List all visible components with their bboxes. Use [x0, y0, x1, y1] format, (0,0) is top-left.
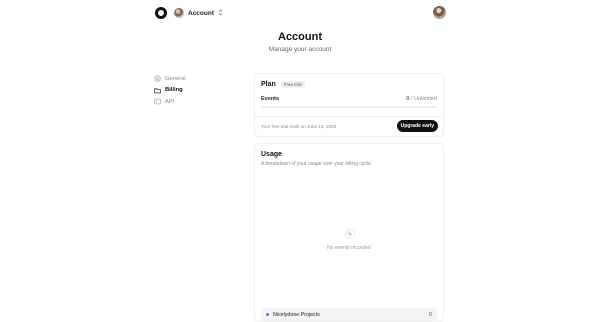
page-subtitle: Manage your account: [268, 46, 332, 53]
chevron-up-down-icon: [218, 9, 223, 18]
settings-sidebar: General Billing API: [154, 73, 244, 108]
sidebar-item-billing[interactable]: Billing: [154, 85, 244, 96]
project-event-count: 0: [429, 311, 432, 318]
sidebar-item-label: General: [165, 75, 186, 82]
empty-state-text: No events recorded: [327, 245, 371, 251]
card-divider: [255, 116, 443, 117]
project-color-dot: [266, 313, 269, 316]
page-title: Account: [278, 31, 322, 43]
user-avatar[interactable]: [433, 6, 446, 19]
sidebar-item-api[interactable]: API: [154, 96, 244, 107]
events-progress-bar: [261, 106, 437, 108]
folder-icon: [154, 87, 161, 94]
events-limit: / Unlimited: [409, 96, 437, 102]
sidebar-item-general[interactable]: General: [154, 73, 244, 84]
plan-card: Plan Free trial Events 0 / Unlimited You…: [254, 73, 444, 137]
project-row[interactable]: Nicelydone Projects 0: [261, 308, 437, 321]
usage-subtitle: A breakdown of your usage over your bill…: [261, 161, 371, 167]
account-switcher-label: Account: [188, 9, 214, 17]
plan-header: Plan Free trial: [261, 81, 305, 88]
usage-title: Usage: [261, 151, 283, 158]
plan-title: Plan: [261, 81, 276, 88]
account-switcher[interactable]: Account: [174, 7, 223, 19]
events-count: 0 / Unlimited: [406, 96, 437, 102]
upgrade-early-button[interactable]: Upgrade early: [396, 120, 438, 132]
top-bar: Account: [0, 0, 600, 26]
cursor-click-icon: [345, 229, 355, 239]
terminal-icon: [154, 98, 161, 105]
sidebar-item-label: API: [165, 98, 175, 105]
account-avatar: [174, 8, 184, 18]
app-logo[interactable]: [155, 7, 167, 19]
plan-badge: Free trial: [280, 81, 305, 88]
usage-card: Usage A breakdown of your usage over you…: [254, 143, 444, 322]
events-row: Events 0 / Unlimited: [261, 96, 437, 102]
events-label: Events: [261, 96, 280, 102]
project-name: Nicelydone Projects: [273, 311, 320, 318]
settings-icon: [154, 75, 161, 82]
trial-notice: Your free trial ends on June 13, 2026: [261, 124, 337, 129]
sidebar-item-label: Billing: [165, 87, 183, 93]
